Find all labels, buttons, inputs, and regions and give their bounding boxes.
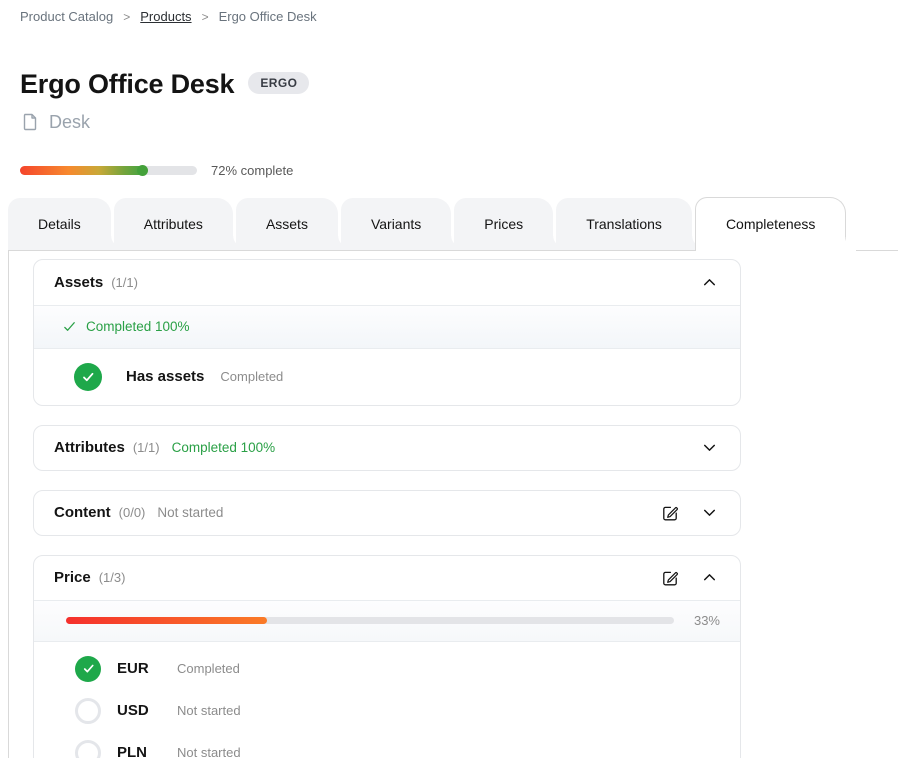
page-title: Ergo Office Desk bbox=[20, 70, 234, 100]
section-card-attributes: Attributes (1/1) Completed 100% bbox=[33, 425, 741, 471]
item-status: Completed bbox=[177, 661, 240, 676]
section-count: (1/1) bbox=[111, 275, 138, 290]
section-title: Attributes bbox=[54, 439, 125, 456]
not-started-circle-icon bbox=[75, 698, 101, 724]
check-icon bbox=[62, 319, 77, 334]
overall-progress-bar bbox=[20, 166, 197, 175]
completeness-panel: Assets (1/1) Completed 100% Has assets C… bbox=[8, 250, 898, 758]
tab-variants[interactable]: Variants bbox=[341, 198, 451, 250]
breadcrumb-separator: > bbox=[202, 10, 209, 24]
product-type-label: Desk bbox=[49, 112, 90, 133]
item-status: Completed bbox=[220, 369, 283, 384]
section-header-price[interactable]: Price (1/3) bbox=[34, 556, 740, 600]
overall-progress: 72% complete bbox=[0, 133, 898, 178]
price-progress-label: 33% bbox=[694, 613, 720, 628]
section-count: (1/3) bbox=[99, 570, 126, 585]
breadcrumb-item-product-catalog[interactable]: Product Catalog bbox=[20, 9, 113, 24]
section-header-attributes[interactable]: Attributes (1/1) Completed 100% bbox=[34, 426, 740, 470]
collapse-button[interactable] bbox=[699, 272, 720, 293]
breadcrumb-item-current: Ergo Office Desk bbox=[219, 9, 317, 24]
edit-button[interactable] bbox=[659, 567, 681, 589]
item-status: Not started bbox=[177, 703, 241, 718]
product-key-badge: ERGO bbox=[248, 72, 309, 94]
chevron-down-icon bbox=[701, 504, 718, 521]
tab-prices[interactable]: Prices bbox=[454, 198, 553, 250]
completed-check-icon bbox=[74, 363, 102, 391]
breadcrumb: Product Catalog > Products > Ergo Office… bbox=[0, 0, 898, 24]
chevron-up-icon bbox=[701, 569, 718, 586]
tab-assets[interactable]: Assets bbox=[236, 198, 338, 250]
product-type: Desk bbox=[0, 100, 898, 133]
breadcrumb-item-products[interactable]: Products bbox=[140, 9, 191, 24]
item-label: PLN bbox=[117, 744, 161, 758]
edit-button[interactable] bbox=[659, 502, 681, 524]
edit-icon bbox=[661, 504, 679, 522]
section-card-price: Price (1/3) bbox=[33, 555, 741, 758]
chevron-up-icon bbox=[701, 274, 718, 291]
tab-details[interactable]: Details bbox=[8, 198, 111, 250]
section-status: Not started bbox=[157, 505, 223, 520]
section-title: Price bbox=[54, 569, 91, 586]
overall-progress-label: 72% complete bbox=[211, 163, 293, 178]
checklist-item-eur: EUR Completed bbox=[34, 648, 740, 690]
tab-attributes[interactable]: Attributes bbox=[114, 198, 233, 250]
section-status: Completed 100% bbox=[172, 440, 276, 455]
status-banner: Completed 100% bbox=[34, 305, 740, 349]
tab-translations[interactable]: Translations bbox=[556, 198, 692, 250]
file-icon bbox=[20, 112, 40, 132]
tab-bar: Details Attributes Assets Variants Price… bbox=[8, 196, 898, 250]
overall-progress-fill bbox=[20, 166, 147, 175]
not-started-circle-icon bbox=[75, 740, 101, 758]
tab-completeness[interactable]: Completeness bbox=[695, 197, 847, 251]
section-title: Content bbox=[54, 504, 111, 521]
section-count: (1/1) bbox=[133, 440, 160, 455]
price-progress-fill bbox=[66, 617, 267, 624]
section-count: (0/0) bbox=[119, 505, 146, 520]
checklist-item-usd: USD Not started bbox=[34, 690, 740, 732]
section-card-assets: Assets (1/1) Completed 100% Has assets C… bbox=[33, 259, 741, 406]
checklist-item-has-assets: Has assets Completed bbox=[34, 349, 740, 405]
breadcrumb-separator: > bbox=[123, 10, 130, 24]
section-header-content[interactable]: Content (0/0) Not started bbox=[34, 491, 740, 535]
price-progress-bar bbox=[66, 617, 674, 624]
edit-icon bbox=[661, 569, 679, 587]
price-progress: 33% bbox=[34, 600, 740, 642]
item-label: EUR bbox=[117, 660, 161, 677]
chevron-down-icon bbox=[701, 439, 718, 456]
item-label: USD bbox=[117, 702, 161, 719]
section-header-assets[interactable]: Assets (1/1) bbox=[34, 260, 740, 305]
section-title: Assets bbox=[54, 274, 103, 291]
item-label: Has assets bbox=[126, 368, 204, 385]
expand-button[interactable] bbox=[699, 502, 720, 523]
collapse-button[interactable] bbox=[699, 567, 720, 588]
status-banner-label: Completed 100% bbox=[86, 319, 190, 334]
completed-check-icon bbox=[75, 656, 101, 682]
page-header: Ergo Office Desk ERGO bbox=[0, 24, 898, 100]
item-status: Not started bbox=[177, 745, 241, 758]
checklist-item-pln: PLN Not started bbox=[34, 732, 740, 758]
section-card-content: Content (0/0) Not started bbox=[33, 490, 741, 536]
expand-button[interactable] bbox=[699, 437, 720, 458]
